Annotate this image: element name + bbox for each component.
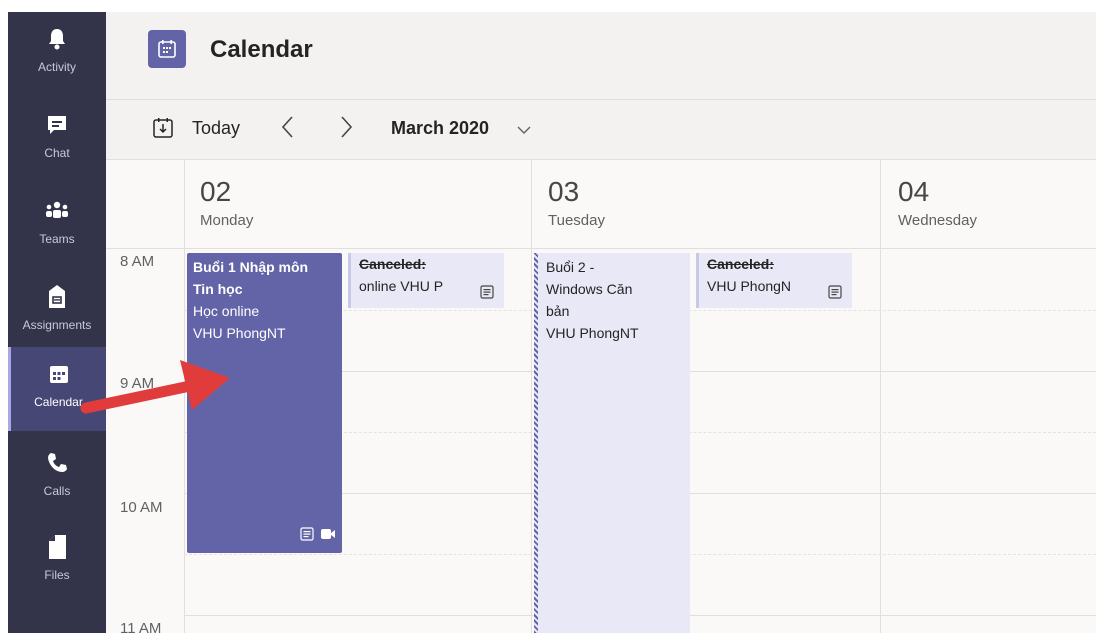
teams-calendar-window: Activity Chat Teams Assignments Calendar <box>0 0 1096 633</box>
annotation-arrow-icon <box>80 360 230 414</box>
